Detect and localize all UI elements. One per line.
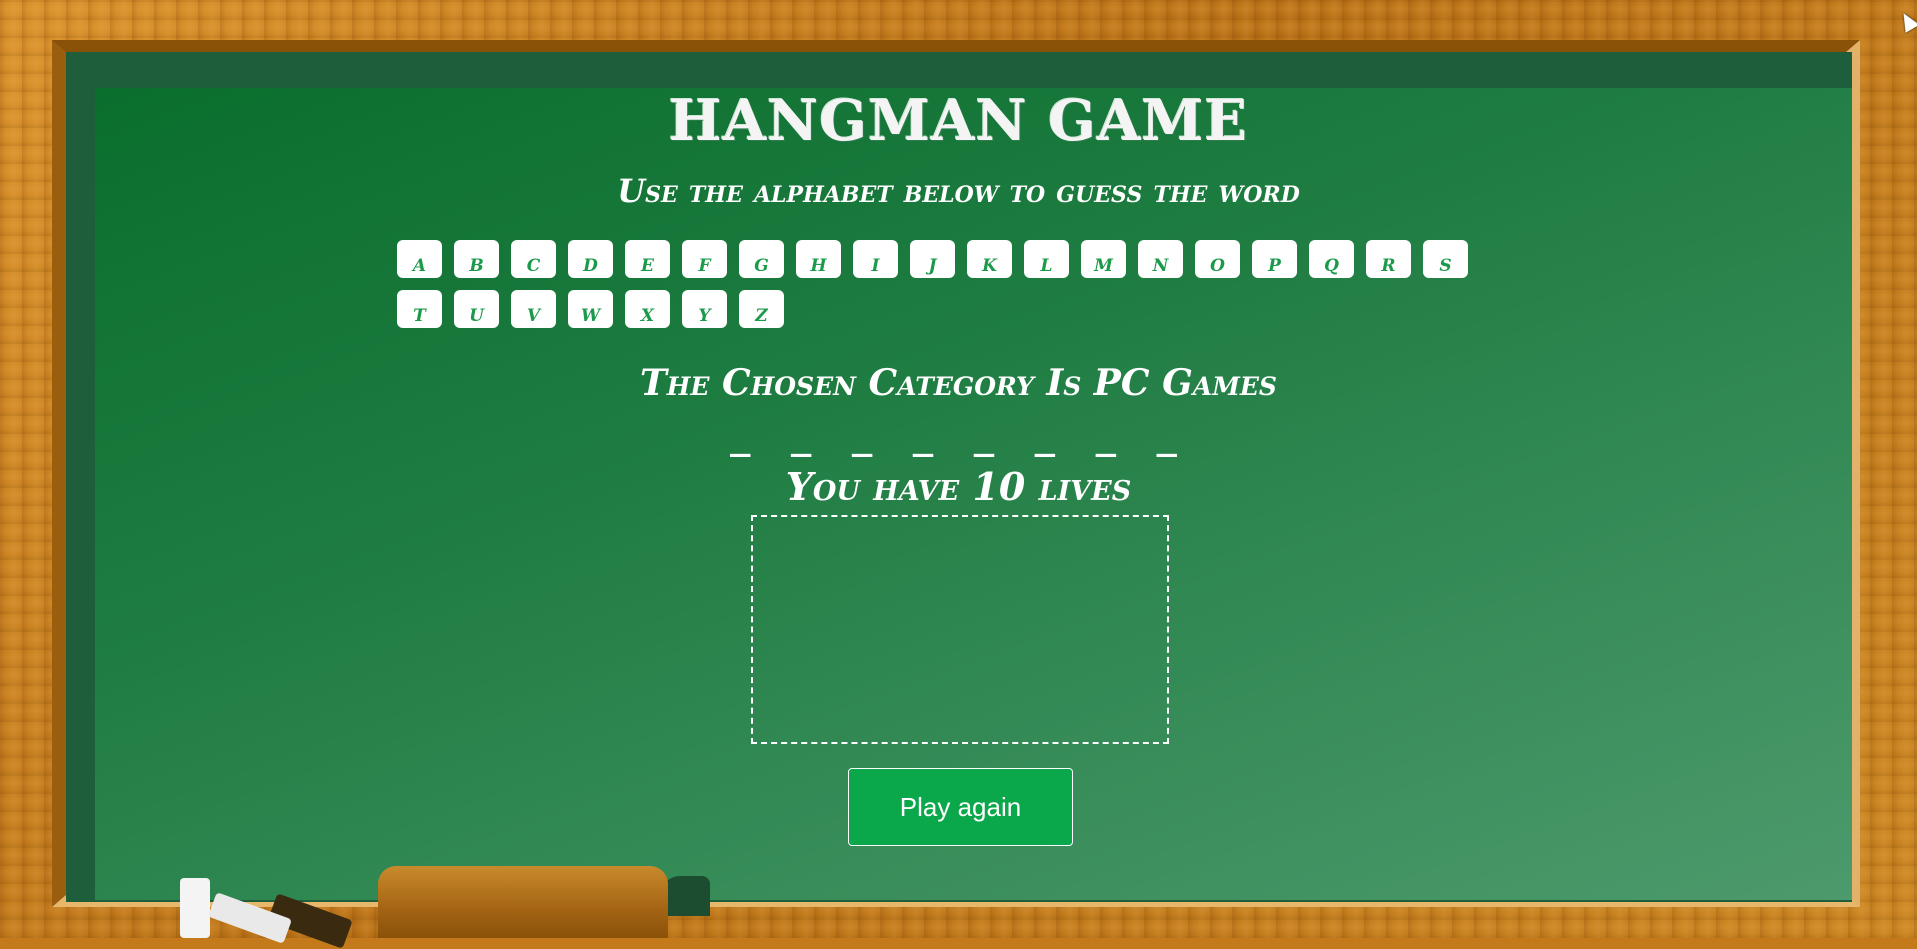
letter-button-m[interactable]: M bbox=[1081, 240, 1126, 278]
letter-button-g[interactable]: G bbox=[739, 240, 784, 278]
letter-button-b[interactable]: B bbox=[454, 240, 499, 278]
letter-button-v[interactable]: V bbox=[511, 290, 556, 328]
letter-button-z[interactable]: Z bbox=[739, 290, 784, 328]
letter-button-e[interactable]: E bbox=[625, 240, 670, 278]
letter-button-t[interactable]: T bbox=[397, 290, 442, 328]
letter-button-y[interactable]: Y bbox=[682, 290, 727, 328]
letter-button-r[interactable]: R bbox=[1366, 240, 1411, 278]
play-again-button[interactable]: Play again bbox=[848, 768, 1073, 846]
instructions-text: Use the alphabet below to guess the word bbox=[617, 172, 1300, 210]
letter-button-f[interactable]: F bbox=[682, 240, 727, 278]
letter-button-s[interactable]: S bbox=[1423, 240, 1468, 278]
letter-button-a[interactable]: A bbox=[397, 240, 442, 278]
letter-button-h[interactable]: H bbox=[796, 240, 841, 278]
letter-button-l[interactable]: L bbox=[1024, 240, 1069, 278]
letter-button-q[interactable]: Q bbox=[1309, 240, 1354, 278]
letter-button-c[interactable]: C bbox=[511, 240, 556, 278]
letter-button-x[interactable]: X bbox=[625, 290, 670, 328]
letter-button-n[interactable]: N bbox=[1138, 240, 1183, 278]
letter-button-p[interactable]: P bbox=[1252, 240, 1297, 278]
letter-button-k[interactable]: K bbox=[967, 240, 1012, 278]
letter-button-d[interactable]: D bbox=[568, 240, 613, 278]
letter-button-w[interactable]: W bbox=[568, 290, 613, 328]
word-display: _ _ _ _ _ _ _ _ bbox=[729, 418, 1188, 458]
lives-counter: You have 10 lives bbox=[785, 464, 1132, 509]
alphabet-buttons: ABCDEFGHIJKLMNOPQRS TUVWXYZ bbox=[397, 240, 1523, 328]
letter-button-j[interactable]: J bbox=[910, 240, 955, 278]
category-text: The Chosen Category Is PC Games bbox=[639, 362, 1277, 404]
letter-button-i[interactable]: I bbox=[853, 240, 898, 278]
letter-button-u[interactable]: U bbox=[454, 290, 499, 328]
game-title: HANGMAN GAME bbox=[668, 88, 1249, 154]
chalkboard-eraser-icon bbox=[378, 866, 668, 938]
hangman-drawing-area bbox=[751, 515, 1169, 744]
letter-button-o[interactable]: O bbox=[1195, 240, 1240, 278]
chalk-icon bbox=[180, 878, 210, 938]
